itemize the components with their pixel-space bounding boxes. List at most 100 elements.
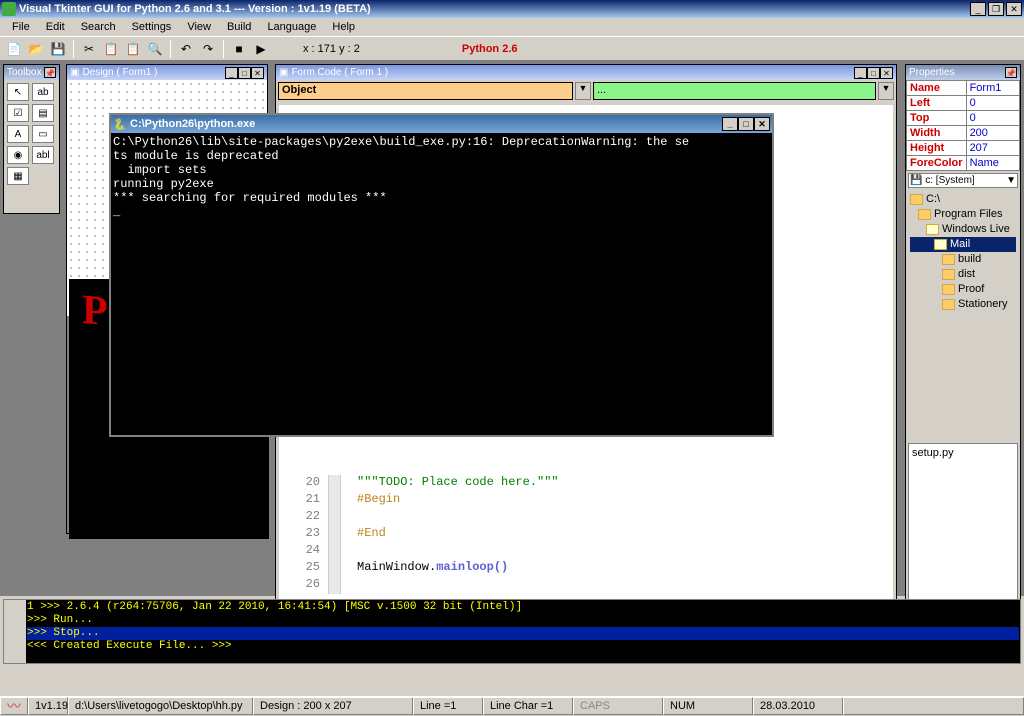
design-min-button[interactable]: _ [225,67,238,79]
menubar: File Edit Search Settings View Build Lan… [0,18,1024,36]
menu-file[interactable]: File [4,19,38,35]
folder-icon [926,224,939,235]
redo-button[interactable]: ↷ [198,39,218,59]
status-spacer [843,697,1024,715]
object-dropdown[interactable]: Object [278,82,573,100]
prop-value[interactable]: 0 [966,111,1019,126]
code-line[interactable]: 20"""TODO: Place code here.""" [279,475,893,492]
repl-line[interactable]: >>> Run... [27,614,1019,627]
status-num: NUM [663,697,753,715]
tree-item[interactable]: build [910,252,1016,267]
code-line[interactable]: 26 [279,577,893,594]
line-number: 24 [279,543,329,560]
tree-item[interactable]: Proof [910,282,1016,297]
method-dropdown-arrow[interactable]: ▼ [878,82,894,100]
tree-item[interactable]: Program Files [910,207,1016,222]
console-min-button[interactable]: _ [722,117,738,131]
menu-edit[interactable]: Edit [38,19,73,35]
console-max-button[interactable]: □ [738,117,754,131]
prop-value[interactable]: 0 [966,96,1019,111]
tool-radio[interactable]: ◉ [7,146,29,164]
menu-build[interactable]: Build [219,19,259,35]
status-design: Design : 200 x 207 [253,697,413,715]
find-button[interactable]: 🔍 [145,39,165,59]
file-item[interactable]: setup.py [912,447,1014,459]
code-title[interactable]: ▣ Form Code ( Form 1 ) _ □ ✕ [276,65,896,80]
close-button[interactable]: ✕ [1006,2,1022,16]
tree-item[interactable]: Windows Live [910,222,1016,237]
tool-label[interactable]: ab [32,83,54,101]
tree-item[interactable]: Mail [910,237,1016,252]
undo-button[interactable]: ↶ [176,39,196,59]
prop-value[interactable]: Form1 [966,81,1019,96]
code-close-button[interactable]: ✕ [880,67,893,79]
tool-combo[interactable]: ▦ [7,167,29,185]
tree-item[interactable]: dist [910,267,1016,282]
folder-icon [942,254,955,265]
folder-icon [910,194,923,205]
repl-output[interactable]: 1 >>> 2.6.4 (r264:75706, Jan 22 2010, 16… [26,600,1020,663]
toolbox-pin-icon[interactable]: 📌 [44,67,56,78]
menu-view[interactable]: View [179,19,219,35]
menu-search[interactable]: Search [73,19,124,35]
tree-label: dist [958,267,975,282]
code-min-button[interactable]: _ [854,67,867,79]
repl-line[interactable]: >>> Stop... [27,627,1019,640]
tree-item[interactable]: Stationery [910,297,1016,312]
code-line[interactable]: 22 [279,509,893,526]
tool-frame[interactable]: ▭ [32,125,54,143]
preview-letter: P [82,286,108,336]
coordinates: x : 171 y : 2 [303,43,360,55]
menu-language[interactable]: Language [259,19,324,35]
tool-check[interactable]: ☑ [7,104,29,122]
minimize-button[interactable]: _ [970,2,986,16]
repl-line[interactable]: <<< Created Execute File... >>> [27,640,1019,653]
run-button[interactable]: ▶ [251,39,271,59]
save-button[interactable]: 💾 [48,39,68,59]
python-icon: 🐍 [113,117,127,131]
console-output[interactable]: C:\Python26\lib\site-packages\py2exe\bui… [111,133,772,435]
new-button[interactable]: 📄 [4,39,24,59]
folder-icon [942,284,955,295]
prop-name: Width [907,126,967,141]
restore-button[interactable]: ❐ [988,2,1004,16]
tool-text[interactable]: A [7,125,29,143]
repl-line[interactable]: 1 >>> 2.6.4 (r264:75706, Jan 22 2010, 16… [27,601,1019,614]
code-line[interactable]: 21#Begin [279,492,893,509]
code-line[interactable]: 25MainWindow.mainloop() [279,560,893,577]
tool-pointer[interactable]: ↖ [7,83,29,101]
tree-label: build [958,252,981,267]
tree-item[interactable]: C:\ [910,192,1016,207]
prop-value[interactable]: 207 [966,141,1019,156]
toolbox-panel: Toolbox 📌 ↖ ab ☑ ▤ A ▭ ◉ abl ▦ [3,64,60,214]
method-dropdown[interactable]: ... [593,82,876,100]
prop-value[interactable]: 200 [966,126,1019,141]
prop-value[interactable]: Name [966,156,1019,171]
cut-button[interactable]: ✂ [79,39,99,59]
code-line[interactable]: 23#End [279,526,893,543]
tool-list[interactable]: ▤ [32,104,54,122]
code-line[interactable]: 24 [279,543,893,560]
menu-help[interactable]: Help [324,19,363,35]
paste-button[interactable]: 📋 [123,39,143,59]
status-line: Line =1 [413,697,483,715]
tool-entry[interactable]: abl [32,146,54,164]
properties-pin-icon[interactable]: 📌 [1005,67,1017,78]
console-titlebar[interactable]: 🐍 C:\Python26\python.exe _ □ ✕ [111,115,772,133]
drive-selector[interactable]: 💾 c: [System]▼ [908,173,1018,188]
stop-button[interactable]: ■ [229,39,249,59]
design-title[interactable]: ▣ Design ( Form1 ) _ □ ✕ [67,65,267,80]
prop-name: ForeColor [907,156,967,171]
object-dropdown-arrow[interactable]: ▼ [575,82,591,100]
status-date: 28.03.2010 [753,697,843,715]
properties-table: NameForm1Left0Top0Width200Height207ForeC… [906,80,1020,171]
prop-name: Height [907,141,967,156]
code-max-button[interactable]: □ [867,67,880,79]
copy-button[interactable]: 📋 [101,39,121,59]
console-close-button[interactable]: ✕ [754,117,770,131]
design-close-button[interactable]: ✕ [251,67,264,79]
design-max-button[interactable]: □ [238,67,251,79]
open-button[interactable]: 📂 [26,39,46,59]
menu-settings[interactable]: Settings [124,19,180,35]
toolbox-title: Toolbox 📌 [4,65,59,80]
